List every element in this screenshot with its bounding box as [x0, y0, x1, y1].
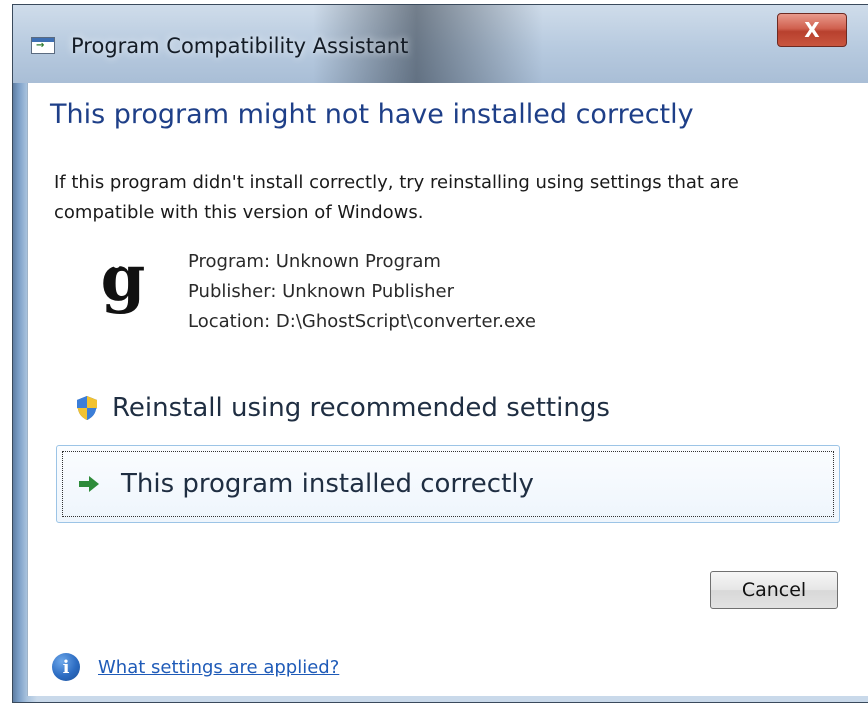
program-location: Location: D:\GhostScript\converter.exe [188, 311, 536, 332]
cancel-button[interactable]: Cancel [710, 571, 838, 609]
dialog-heading: This program might not have installed co… [50, 99, 694, 130]
close-button[interactable]: X [777, 13, 847, 47]
ghostscript-program-icon: g [100, 247, 146, 317]
program-icon-eye [113, 261, 120, 268]
installed-option-label: This program installed correctly [121, 469, 534, 499]
focus-rectangle: This program installed correctly [62, 451, 834, 517]
reinstall-recommended-option[interactable]: Reinstall using recommended settings [64, 383, 824, 433]
window-title: Program Compatibility Assistant [71, 34, 409, 58]
help-footer: i What settings are applied? [52, 653, 339, 681]
dialog-intro-text: If this program didn't install correctly… [54, 172, 739, 223]
program-details: Program: Unknown Program Publisher: Unkn… [188, 247, 536, 337]
dialog-content: This program might not have installed co… [27, 83, 868, 696]
installed-correctly-option[interactable]: This program installed correctly [56, 445, 840, 523]
what-settings-applied-link[interactable]: What settings are applied? [98, 657, 339, 678]
close-icon: X [804, 18, 820, 42]
window-app-icon [31, 37, 55, 54]
green-arrow-icon [79, 476, 99, 492]
program-publisher: Publisher: Unknown Publisher [188, 281, 455, 302]
program-name: Program: Unknown Program [188, 251, 441, 272]
title-bar[interactable]: Program Compatibility Assistant X [13, 5, 868, 83]
info-icon: i [52, 653, 80, 681]
reinstall-option-label: Reinstall using recommended settings [112, 393, 610, 423]
program-icon-glyph: g [100, 241, 146, 316]
uac-shield-icon [77, 396, 97, 420]
program-compatibility-window: Program Compatibility Assistant X This p… [12, 4, 868, 703]
